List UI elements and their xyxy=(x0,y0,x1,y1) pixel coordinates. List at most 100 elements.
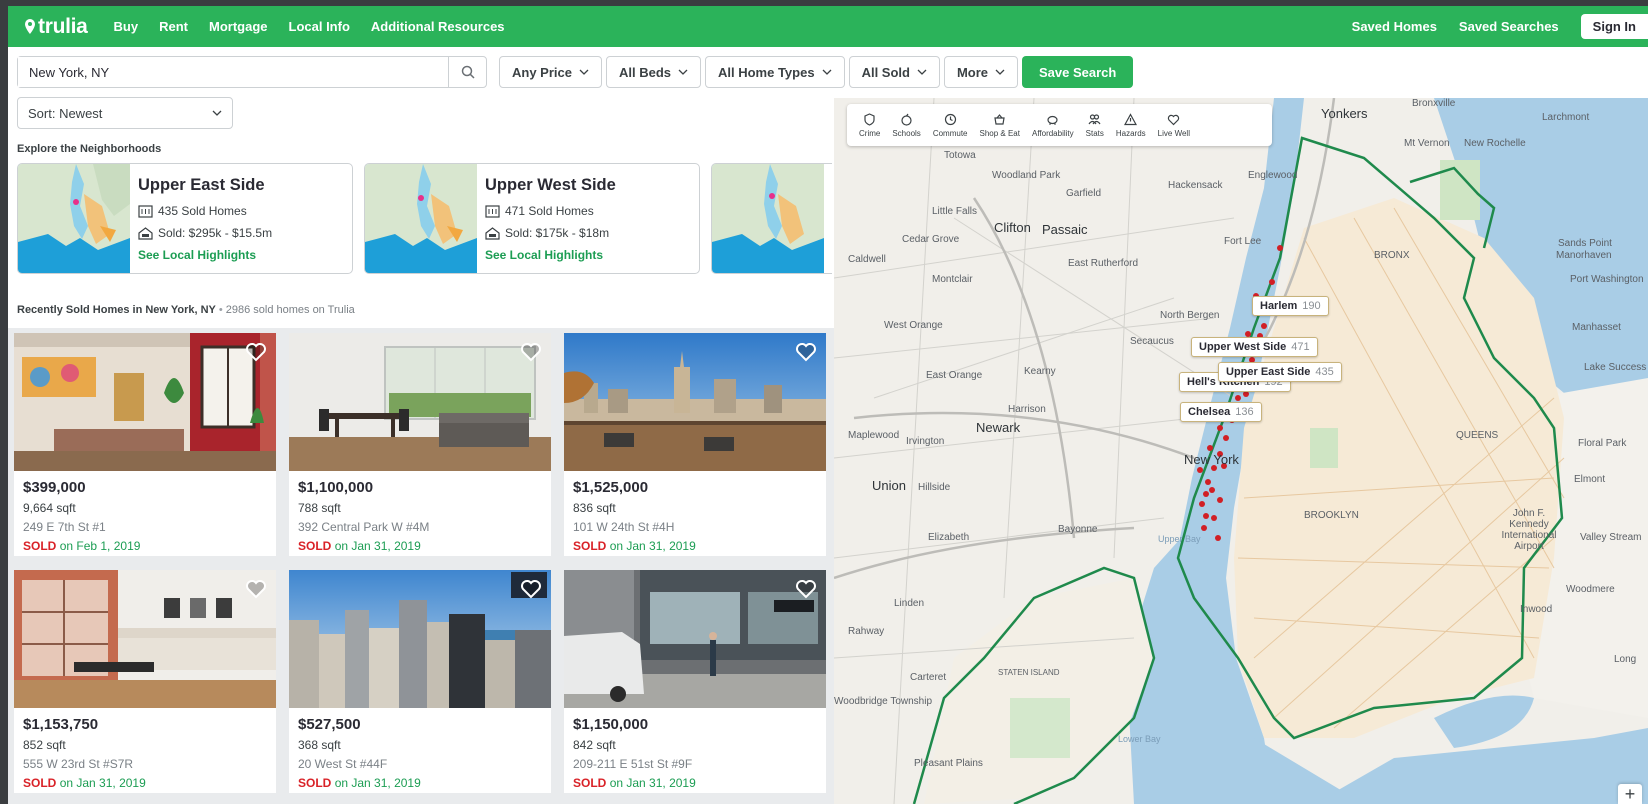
listing-address[interactable]: 392 Central Park W #4M xyxy=(298,520,429,534)
layer-crime[interactable]: Crime xyxy=(859,112,880,138)
favorite-heart-icon[interactable] xyxy=(520,342,542,362)
layer-commute[interactable]: Commute xyxy=(933,113,968,138)
listing-price: $1,525,000 xyxy=(573,479,649,496)
zoom-in-button[interactable]: + xyxy=(1618,784,1642,804)
map-label: Woodbridge Township xyxy=(834,696,933,707)
sold-date: on Jan 31, 2019 xyxy=(609,776,696,790)
saved-homes-link[interactable]: Saved Homes xyxy=(1352,19,1437,34)
listing-address[interactable]: 20 West St #44F xyxy=(298,757,387,771)
beds-dropdown[interactable]: All Beds xyxy=(605,56,701,88)
neighborhood-card[interactable]: Upper East Side 435 Sold Homes Sold: $29… xyxy=(17,163,353,274)
listing-sqft: 788 sqft xyxy=(298,501,341,515)
home-types-dropdown[interactable]: All Home Types xyxy=(705,56,845,88)
map-label: Carteret xyxy=(910,672,947,683)
map-label: Larchmont xyxy=(1542,112,1590,123)
pill-name: Upper West Side xyxy=(1199,341,1287,353)
neighborhood-card-partial[interactable] xyxy=(711,163,832,274)
favorite-heart-icon[interactable] xyxy=(520,579,542,599)
save-search-button[interactable]: Save Search xyxy=(1022,56,1134,88)
favorite-heart-icon[interactable] xyxy=(245,579,267,599)
layer-stats[interactable]: Stats xyxy=(1086,113,1104,138)
nav-rent[interactable]: Rent xyxy=(159,19,188,34)
listing-photo[interactable] xyxy=(289,570,551,708)
search-icon xyxy=(461,65,475,79)
listing-address[interactable]: 249 E 7th St #1 xyxy=(23,520,106,534)
listing-photo[interactable] xyxy=(14,570,276,708)
map-pill-upper-west-side[interactable]: Upper West Side 471 xyxy=(1191,337,1318,357)
favorite-heart-icon[interactable] xyxy=(795,579,817,599)
logo-text: trulia xyxy=(38,14,88,38)
map-label: Long xyxy=(1614,654,1637,665)
more-dropdown-label: More xyxy=(956,64,989,80)
sold-date: on Jan 31, 2019 xyxy=(334,776,421,790)
listing-price: $527,500 xyxy=(298,716,361,733)
see-local-highlights-link[interactable]: See Local Highlights xyxy=(485,248,616,262)
price-dropdown[interactable]: Any Price xyxy=(499,56,602,88)
neighborhood-price-range: Sold: $175k - $18m xyxy=(485,226,616,240)
saved-searches-link[interactable]: Saved Searches xyxy=(1459,19,1559,34)
listing-photo[interactable] xyxy=(289,333,551,471)
listing-address[interactable]: 209-211 E 51st St #9F xyxy=(573,757,692,771)
listing-card[interactable]: $1,150,000 842 sqft 209-211 E 51st St #9… xyxy=(564,570,826,793)
map-pill-upper-east-side[interactable]: Upper East Side 435 xyxy=(1218,362,1342,382)
recently-sold-header: Recently Sold Homes in New York, NY • 2986… xyxy=(17,304,355,316)
sort-dropdown[interactable]: Sort: Newest xyxy=(17,97,233,129)
map-pill-chelsea[interactable]: Chelsea 136 xyxy=(1180,402,1262,422)
pill-name: Harlem xyxy=(1260,300,1298,312)
favorite-heart-icon[interactable] xyxy=(795,342,817,362)
nav-local-info[interactable]: Local Info xyxy=(289,19,350,34)
map-label: Fort Lee xyxy=(1224,236,1262,247)
layer-shop-eat[interactable]: Shop & Eat xyxy=(980,113,1020,138)
sold-date: on Jan 31, 2019 xyxy=(59,776,146,790)
sold-date: on Feb 1, 2019 xyxy=(59,539,141,553)
listing-photo[interactable] xyxy=(564,333,826,471)
listing-card[interactable]: $527,500 368 sqft 20 West St #44F SOLD o… xyxy=(289,570,551,793)
listings-grid: $399,000 9,664 sqft 249 E 7th St #1 SOLD… xyxy=(8,328,834,804)
listing-card[interactable]: $399,000 9,664 sqft 249 E 7th St #1 SOLD… xyxy=(14,333,276,556)
sold-tag: SOLD xyxy=(298,539,332,553)
sold-tag: SOLD xyxy=(23,776,57,790)
nav-additional-resources[interactable]: Additional Resources xyxy=(371,19,505,34)
layer-live-well[interactable]: Live Well xyxy=(1158,113,1190,138)
favorite-heart-icon[interactable] xyxy=(245,342,267,362)
sign-in-button[interactable]: Sign In xyxy=(1580,14,1648,39)
neighborhood-map-thumbnail xyxy=(365,164,477,273)
nav-buy[interactable]: Buy xyxy=(114,19,139,34)
layer-affordability[interactable]: Affordability xyxy=(1032,113,1074,138)
listing-card[interactable]: $1,153,750 852 sqft 555 W 23rd St #S7R S… xyxy=(14,570,276,793)
map-canvas[interactable] xyxy=(834,98,1648,804)
sold-dropdown[interactable]: All Sold xyxy=(848,56,940,88)
listing-address[interactable]: 555 W 23rd St #S7R xyxy=(23,757,133,771)
search-button[interactable] xyxy=(448,57,486,87)
neighborhood-sold-count: 435 Sold Homes xyxy=(138,204,272,218)
neighborhood-price-range-text: Sold: $295k - $15.5m xyxy=(158,226,273,240)
layer-affordability-label: Affordability xyxy=(1031,128,1074,138)
neighborhood-card[interactable]: Upper West Side 471 Sold Homes Sold: $17… xyxy=(364,163,700,274)
listing-photo[interactable] xyxy=(564,570,826,708)
neighborhood-price-range-text: Sold: $175k - $18m xyxy=(505,226,610,240)
see-local-highlights-link[interactable]: See Local Highlights xyxy=(138,248,272,262)
listing-card[interactable]: $1,525,000 836 sqft 101 W 24th St #4H SO… xyxy=(564,333,826,556)
listing-card[interactable]: $1,100,000 788 sqft 392 Central Park W #… xyxy=(289,333,551,556)
trulia-logo[interactable]: trulia xyxy=(24,15,88,39)
map-label: Montclair xyxy=(932,274,973,285)
layer-schools[interactable]: Schools xyxy=(892,113,921,138)
listing-photo[interactable] xyxy=(14,333,276,471)
listing-address[interactable]: 101 W 24th St #4H xyxy=(573,520,674,534)
map-panel[interactable]: Crime Schools Commute Shop & Eat Afforda… xyxy=(834,98,1648,804)
listing-sold-status: SOLD on Jan 31, 2019 xyxy=(298,776,421,790)
map-label: Hillside xyxy=(918,482,951,493)
sold-dropdown-label: All Sold xyxy=(861,64,910,80)
more-dropdown[interactable]: More xyxy=(943,56,1019,88)
location-search xyxy=(17,56,487,88)
top-nav-bar: trulia Buy Rent Mortgage Local Info Addi… xyxy=(8,6,1648,47)
neighborhood-sold-count: 471 Sold Homes xyxy=(485,204,616,218)
commute-clock-icon xyxy=(944,113,956,125)
nav-mortgage[interactable]: Mortgage xyxy=(209,19,268,34)
layer-hazards[interactable]: Hazards xyxy=(1116,112,1146,138)
park xyxy=(1310,428,1338,468)
location-search-input[interactable] xyxy=(18,57,448,87)
separator-dot: • xyxy=(218,304,223,316)
map-label: East Rutherford xyxy=(1068,258,1139,269)
map-pill-harlem[interactable]: Harlem 190 xyxy=(1252,296,1329,316)
